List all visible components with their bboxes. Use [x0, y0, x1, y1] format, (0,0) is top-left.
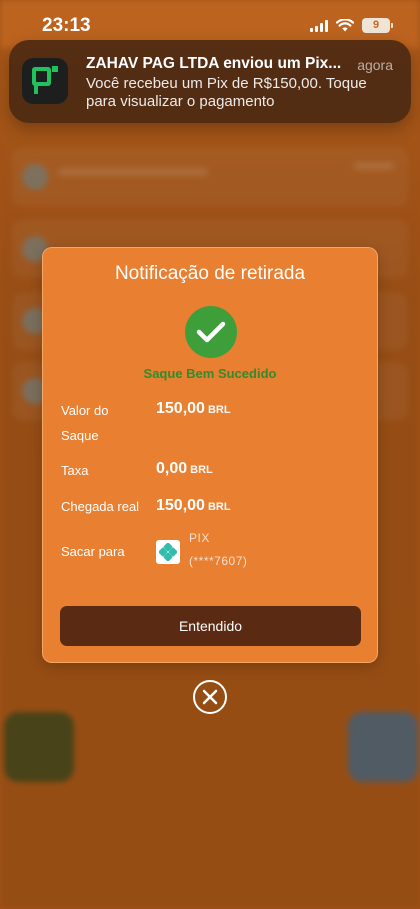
push-notification[interactable]: ZAHAV PAG LTDA enviou um Pix... agora Vo…: [9, 40, 411, 123]
amount-number: 150,00: [156, 400, 205, 417]
notification-title: ZAHAV PAG LTDA enviou um Pix...: [86, 55, 342, 72]
destination-label: Sacar para: [61, 544, 125, 559]
withdrawal-modal: Notificação de retirada Saque Bem Sucedi…: [42, 247, 378, 663]
fee-label: Taxa: [61, 463, 89, 478]
destination-account: (****7607): [189, 554, 248, 568]
notification-time: agora: [357, 57, 393, 73]
status-icons: 9: [310, 18, 393, 33]
arrival-number: 150,00: [156, 497, 205, 514]
picpay-app-icon: [22, 58, 68, 104]
cellular-signal-icon: [310, 19, 328, 32]
pix-logo-icon: [156, 540, 180, 564]
modal-title: Notificação de retirada: [114, 263, 306, 284]
success-message: Saque Bem Sucedido: [143, 366, 277, 381]
battery-icon: 9: [362, 18, 393, 33]
destination-method: PIX: [189, 531, 210, 545]
fee-value: 0,00 BRL: [156, 460, 213, 478]
close-modal-button[interactable]: [193, 680, 227, 714]
success-check-icon: [185, 306, 237, 358]
confirm-button[interactable]: Entendido: [60, 606, 361, 646]
fee-number: 0,00: [156, 460, 188, 477]
arrival-label: Chegada real: [61, 499, 140, 514]
notification-body: Você recebeu um Pix de R$150,00. Toque p…: [86, 75, 367, 110]
wifi-icon: [336, 19, 354, 32]
close-icon: [202, 689, 218, 705]
amount-value: 150,00 BRL: [156, 400, 231, 418]
amount-currency: BRL: [207, 404, 231, 416]
arrival-value: 150,00 BRL: [156, 497, 231, 515]
amount-label: Valor do Saque: [61, 403, 109, 443]
status-time: 23:13: [42, 15, 91, 36]
fee-currency: BRL: [190, 464, 213, 476]
arrival-currency: BRL: [207, 501, 231, 513]
